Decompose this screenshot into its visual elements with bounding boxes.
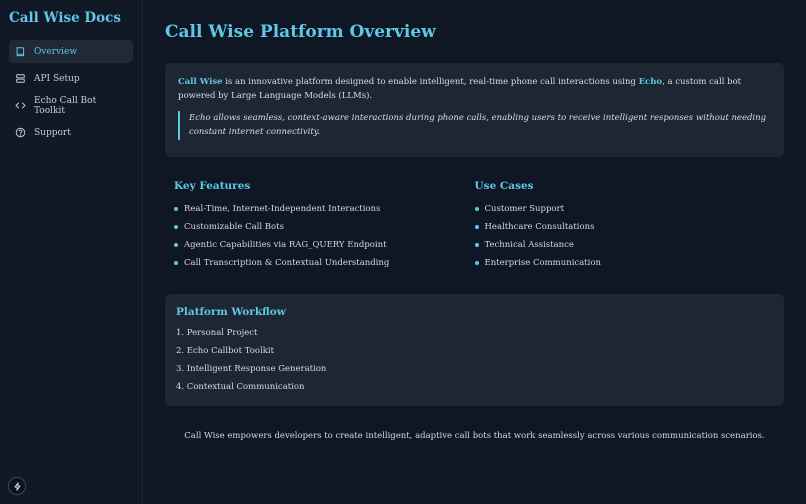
list-item: 2. Echo Callbot Toolkit (176, 346, 275, 356)
bolt-icon (14, 481, 20, 491)
list-item: Customizable Call Bots (174, 218, 475, 236)
list-item: Enterprise Communication (475, 254, 776, 272)
help-circle-icon (15, 127, 26, 138)
key-features-title: Key Features (174, 180, 251, 192)
intro-text-part-1: is an innovative platform designed to en… (222, 77, 639, 87)
app-root: Call Wise Docs Overview API Setup Echo C… (0, 0, 806, 504)
sidebar-item-label: Echo Call Bot Toolkit (34, 95, 97, 116)
list-item: Customer Support (475, 200, 776, 218)
list-item: Real-Time, Internet-Independent Interact… (174, 200, 475, 218)
list-item: 1. Personal Project (176, 328, 258, 338)
sidebar-item-label: Overview (34, 46, 78, 57)
intro-card: Call Wise is an innovative platform desi… (165, 63, 784, 157)
list-item: Healthcare Consultations (475, 218, 776, 236)
intro-text: Call Wise is an innovative platform desi… (178, 75, 771, 103)
list-item: Technical Assistance (475, 236, 776, 254)
intro-echo: Echo (638, 77, 663, 87)
book-icon (16, 47, 25, 57)
list-item: 4. Contextual Communication (176, 382, 305, 392)
sidebar-item-support[interactable]: Support (9, 121, 133, 144)
key-features: Key Features Real-Time, Internet-Indepen… (174, 180, 475, 280)
list-item: 3. Intelligent Response Generation (176, 364, 327, 374)
workflow-title: Platform Workflow (176, 306, 286, 318)
list-item: Agentic Capabilities via RAG_QUERY Endpo… (174, 236, 475, 254)
sidebar: Call Wise Docs Overview API Setup Echo C… (0, 0, 143, 504)
sidebar-item-overview[interactable]: Overview (9, 40, 133, 63)
brand-title: Call Wise Docs (9, 10, 121, 26)
use-cases: Use Cases Customer Support Healthcare Co… (475, 180, 776, 280)
closing-text: Call Wise empowers developers to create … (184, 431, 765, 441)
footer-action-button[interactable] (8, 477, 26, 495)
key-features-list: Real-Time, Internet-Independent Interact… (174, 200, 475, 272)
use-cases-title: Use Cases (474, 180, 534, 192)
sidebar-item-echo-toolkit[interactable]: Echo Call Bot Toolkit (9, 94, 133, 117)
intro-quote: Echo allows seamless, context-aware inte… (178, 111, 771, 140)
workflow-list: 1. Personal Project 2. Echo Callbot Tool… (176, 324, 773, 396)
server-icon (16, 74, 25, 83)
features-usecases: Key Features Real-Time, Internet-Indepen… (165, 180, 784, 280)
code-icon (15, 102, 26, 109)
sidebar-item-label: API Setup (34, 73, 80, 84)
main-content: Call Wise Platform Overview Call Wise is… (143, 0, 806, 504)
sidebar-item-api-setup[interactable]: API Setup (9, 67, 133, 90)
sidebar-item-label: Support (34, 127, 71, 138)
page-title: Call Wise Platform Overview (165, 22, 436, 42)
workflow-card: Platform Workflow 1. Personal Project 2.… (165, 294, 784, 406)
use-cases-list: Customer Support Healthcare Consultation… (475, 200, 776, 272)
list-item: Call Transcription & Contextual Understa… (174, 254, 475, 272)
intro-brand: Call Wise (178, 77, 223, 87)
